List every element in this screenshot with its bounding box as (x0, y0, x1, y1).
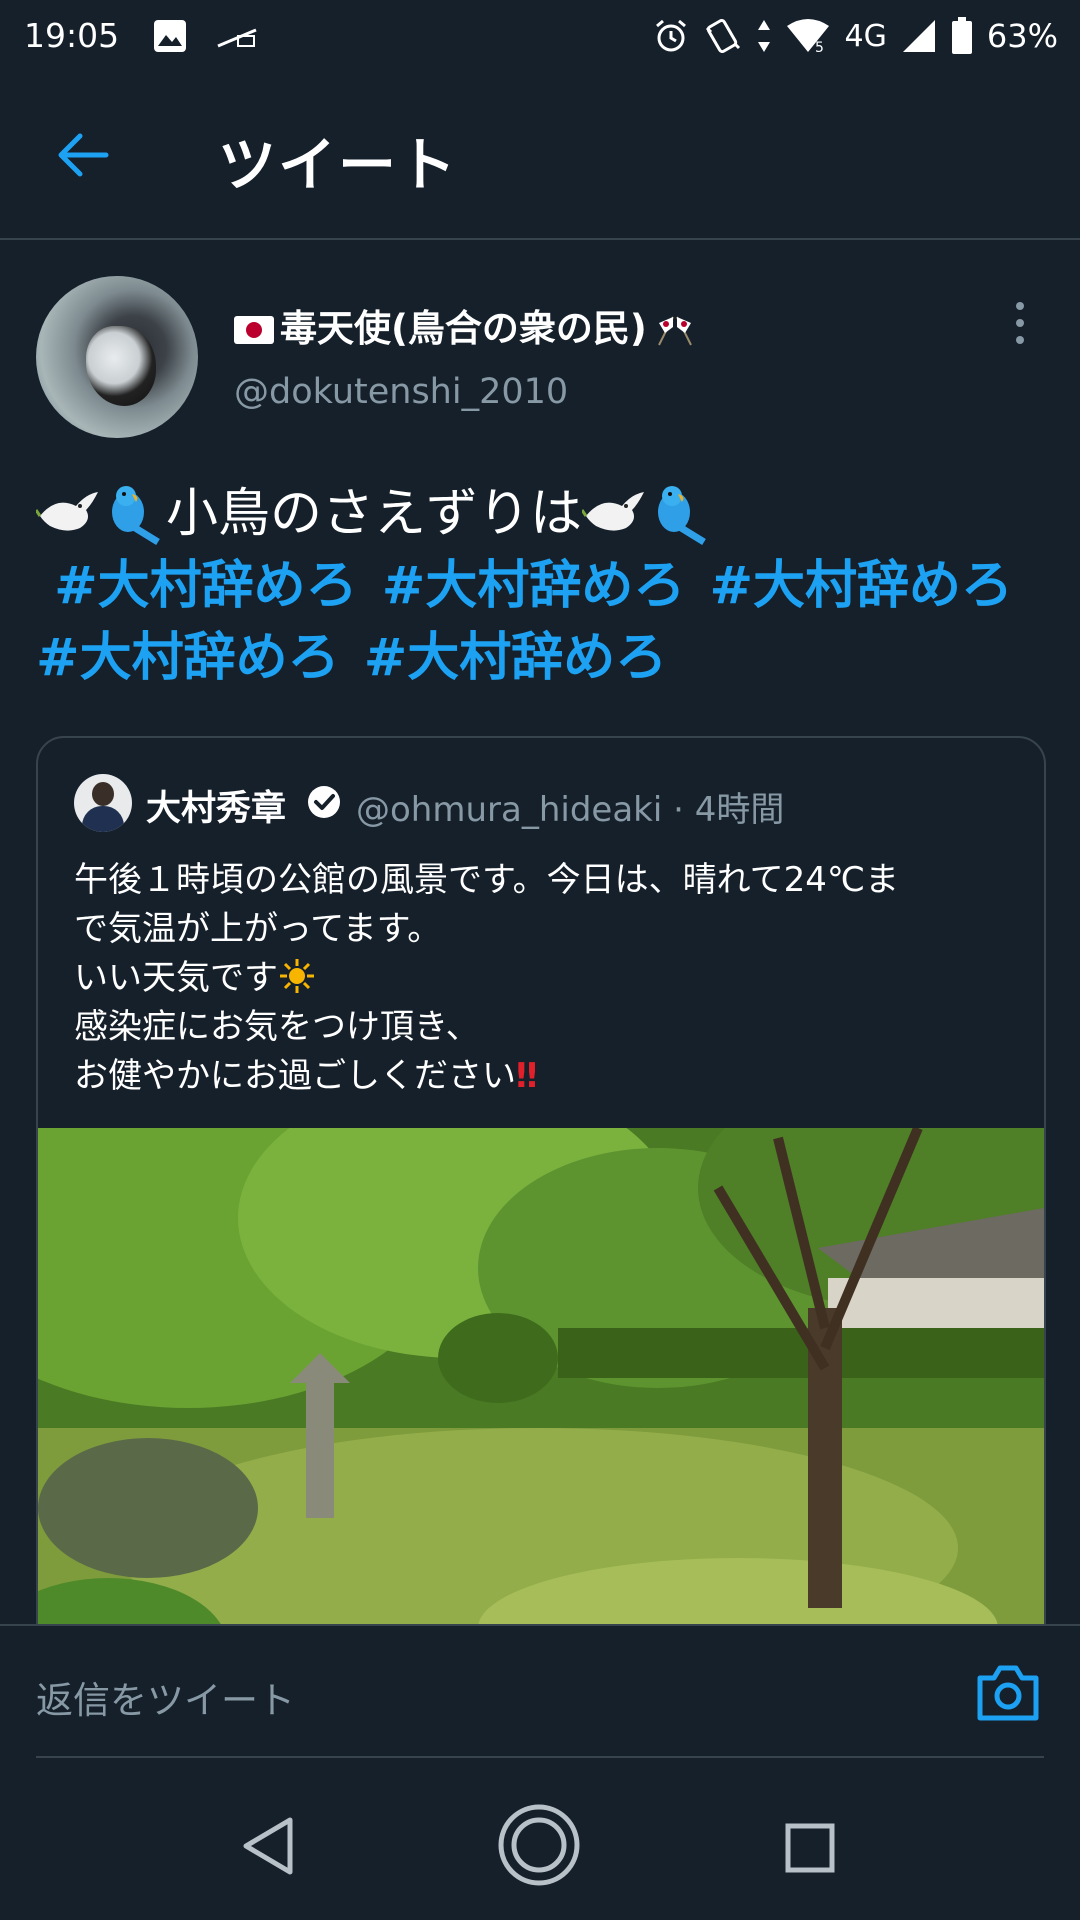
hashtag-link[interactable]: #大村辞めろ (382, 556, 686, 616)
quoted-text-segment: お健やかにお過ごしください (74, 1056, 516, 1096)
sun-icon (280, 959, 314, 993)
status-bar: 19:05 5 4G 63% (0, 0, 1080, 72)
camera-icon[interactable] (976, 1662, 1040, 1722)
nav-home-icon[interactable] (496, 1802, 582, 1888)
quoted-handle-time: @ohmura_hideaki · 4時間 (356, 790, 785, 830)
signal-icon (902, 20, 935, 52)
crossed-flags-icon (657, 316, 692, 346)
quoted-avatar (74, 774, 132, 832)
quoted-author-name: 大村秀章 (146, 789, 287, 829)
garden-photo[interactable] (38, 1128, 1044, 1698)
quoted-text-line: 感染症にお気をつけ頂き、 (74, 1007, 480, 1047)
battery-icon (951, 17, 972, 54)
avatar[interactable] (36, 276, 198, 438)
battery-percent: 63% (986, 17, 1058, 55)
network-type: 4G (844, 18, 887, 54)
hashtag-link[interactable]: #大村辞めろ (54, 556, 358, 616)
system-nav-bar (0, 1758, 1080, 1920)
tweet-body: 小鳥のさえずりは #大村辞めろ #大村辞めろ #大村辞めろ #大村辞めろ #大村… (36, 478, 1046, 694)
wifi-icon: 5 (786, 19, 829, 54)
dove-icon (36, 492, 98, 531)
quoted-text: 午後１時頃の公館の風景です。今日は、晴れて24℃ま で気温が上がってます。 いい… (74, 856, 1014, 1101)
status-icons: 5 4G 63% (653, 14, 1058, 58)
image-icon (154, 20, 186, 52)
data-arrows-icon (757, 20, 770, 52)
quoted-text-line: いい天気です (74, 954, 1014, 1003)
svg-text:5: 5 (815, 40, 824, 54)
hashtag-link[interactable]: #大村辞めろ (364, 628, 668, 688)
quoted-text-line: お健やかにお過ごしください‼ (74, 1052, 1014, 1101)
hashtag-link[interactable]: #大村辞めろ (709, 556, 1013, 616)
app-bar: ツイート (0, 72, 1080, 240)
alarm-icon (655, 19, 686, 52)
author-name-text: 毒天使(鳥合の衆の民) (280, 307, 647, 350)
japan-flag-icon (234, 316, 274, 344)
tweet-line: 小鳥のさえずりは (36, 478, 1046, 550)
quoted-text-line: で気温が上がってます。 (74, 909, 442, 949)
quoted-text-line: 午後１時頃の公館の風景です。今日は、晴れて24℃ま (74, 860, 900, 900)
verified-badge-icon (308, 786, 340, 818)
author-name[interactable]: 毒天使(鳥合の衆の民) (234, 298, 697, 352)
tweet-text-main: 小鳥のさえずりは (166, 484, 583, 544)
status-time: 19:05 (24, 16, 120, 55)
nav-back-icon[interactable] (240, 1816, 296, 1876)
parrot-icon (658, 486, 706, 545)
arrow-left-icon[interactable] (56, 130, 110, 180)
reply-bar: 返信をツイート (0, 1624, 1080, 1759)
more-options-icon[interactable] (1004, 300, 1036, 346)
hashtag-link[interactable]: #大村辞めろ (36, 628, 340, 688)
quoted-text-segment: いい天気です (74, 958, 278, 998)
page-title: ツイート (218, 131, 459, 199)
vibrate-icon (705, 18, 740, 54)
parrot-icon (112, 486, 160, 545)
reply-input[interactable]: 返信をツイート (36, 1670, 295, 1724)
cast-icon (217, 28, 257, 48)
dove-icon (582, 492, 645, 531)
garden-photo-scene (38, 1128, 1044, 1698)
nav-recents-icon[interactable] (784, 1822, 836, 1874)
quoted-tweet[interactable]: 大村秀章 @ohmura_hideaki · 4時間 午後１時頃の公館の風景です… (36, 736, 1046, 1700)
hashtag-list: #大村辞めろ #大村辞めろ #大村辞めろ #大村辞めろ #大村辞めろ (36, 550, 1046, 694)
double-exclamation-icon: ‼ (516, 1056, 537, 1096)
author-handle[interactable]: @dokutenshi_2010 (234, 372, 568, 412)
